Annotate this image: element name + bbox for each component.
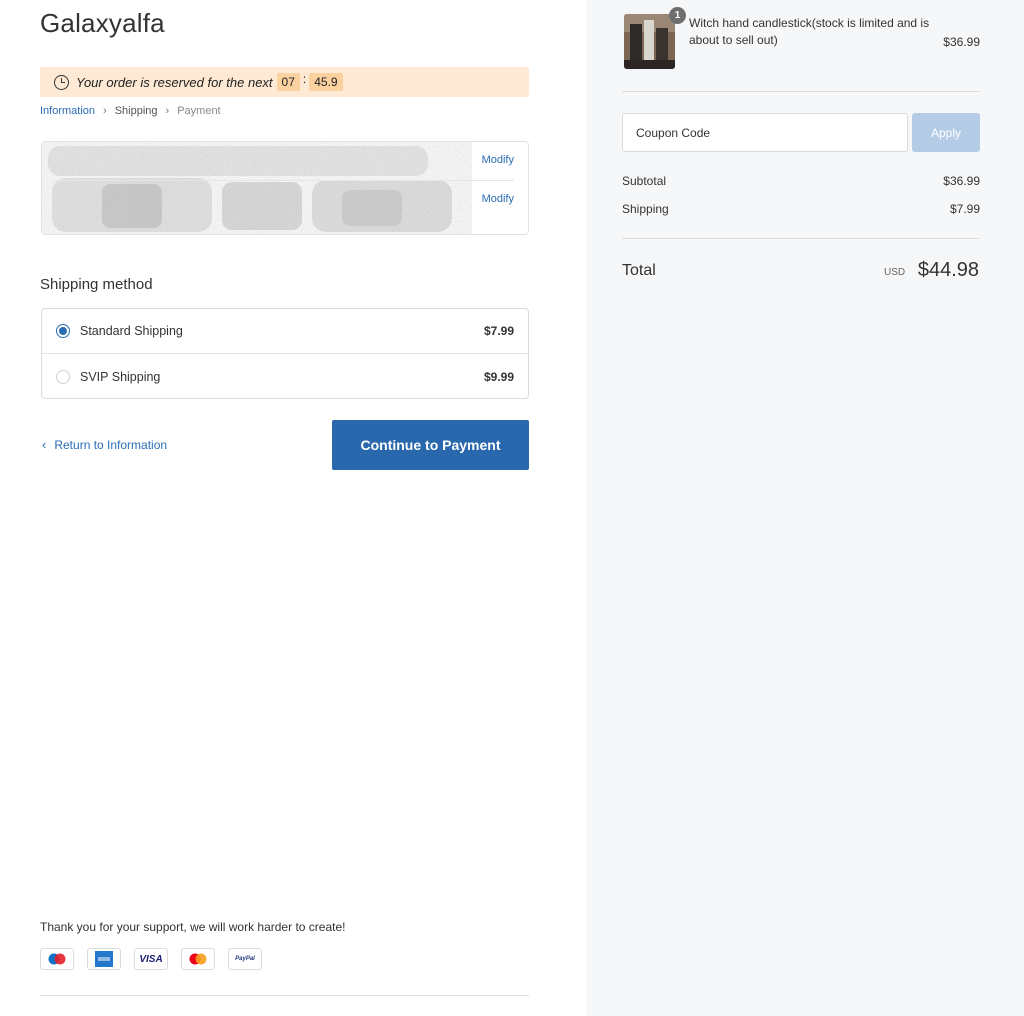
shipping-option-standard[interactable]: Standard Shipping $7.99 <box>42 309 528 354</box>
timer-separator: : <box>302 72 307 86</box>
payment-icons: VISA PayPal <box>40 948 262 970</box>
shipping-method-title: Shipping method <box>40 276 153 293</box>
subtotal-value: $36.99 <box>943 174 980 188</box>
subtotal-label: Subtotal <box>622 174 667 188</box>
product-name: Witch hand candlestick(stock is limited … <box>689 16 930 47</box>
shipping-option-label: SVIP Shipping <box>80 369 161 384</box>
shipping-value: $7.99 <box>949 202 980 216</box>
thanks-message: Thank you for your support, we will work… <box>40 920 346 934</box>
clock-icon <box>54 74 69 90</box>
shipping-option-label: Standard Shipping <box>80 324 183 338</box>
summary-divider <box>622 238 979 239</box>
shipping-option-price: $9.99 <box>483 369 514 384</box>
radio-unselected[interactable] <box>56 369 70 384</box>
amex-icon <box>87 948 121 970</box>
return-label: Return to Information <box>54 437 168 452</box>
shipping-label: Shipping <box>622 202 669 216</box>
apply-coupon-button[interactable]: Apply <box>912 113 980 152</box>
product-thumbnail <box>624 14 675 69</box>
contact-address-review-box: Modify Modify <box>41 141 529 235</box>
reservation-banner: Your order is reserved for the next 07 :… <box>40 67 529 97</box>
quantity-badge: 1 <box>669 7 686 24</box>
timer-seconds: 45.9 <box>309 73 343 91</box>
breadcrumb-payment: Payment <box>177 105 221 117</box>
row-divider <box>52 180 514 181</box>
maestro-icon <box>40 948 74 970</box>
store-logo[interactable]: Galaxyalfa <box>40 8 165 39</box>
breadcrumb-information[interactable]: Information <box>40 105 95 117</box>
product-price: $36.99 <box>943 35 980 49</box>
radio-selected[interactable] <box>56 324 70 338</box>
mastercard-icon <box>181 948 215 970</box>
visa-icon: VISA <box>134 948 168 970</box>
chevron-left-icon: ‹ <box>42 437 47 452</box>
order-summary-panel <box>586 0 1024 1016</box>
coupon-code-input[interactable] <box>622 113 908 152</box>
checkout-main-panel: Galaxyalfa Your order is reserved for th… <box>0 0 586 1016</box>
reservation-message: Your order is reserved for the next <box>76 74 273 90</box>
modify-address-link[interactable]: Modify <box>482 193 514 205</box>
breadcrumb: Information › Shipping › Payment <box>40 105 221 117</box>
total-value: $44.98 <box>917 259 979 281</box>
return-to-information-link[interactable]: ‹ Return to Information <box>42 437 167 452</box>
total-label: Total <box>622 262 656 279</box>
breadcrumb-shipping: Shipping <box>114 105 158 117</box>
modify-contact-link[interactable]: Modify <box>482 154 514 166</box>
footer-divider <box>40 995 529 996</box>
paypal-icon: PayPal <box>228 948 262 970</box>
visa-text: VISA <box>139 953 163 965</box>
paypal-text: PayPal <box>235 956 255 962</box>
redacted-scribble <box>42 142 472 234</box>
currency-label: USD <box>884 267 906 278</box>
subtotal-row: Subtotal $36.99 <box>622 174 980 188</box>
shipping-option-svip[interactable]: SVIP Shipping $9.99 <box>42 354 528 399</box>
chevron-right-icon: › <box>165 105 170 117</box>
shipping-row: Shipping $7.99 <box>622 202 980 216</box>
timer-minutes: 07 <box>276 73 300 91</box>
summary-divider <box>622 91 979 92</box>
continue-to-payment-button[interactable]: Continue to Payment <box>332 420 529 470</box>
shipping-option-price: $7.99 <box>483 324 514 338</box>
chevron-right-icon: › <box>103 105 107 117</box>
shipping-options: Standard Shipping $7.99 SVIP Shipping $9… <box>41 308 529 399</box>
